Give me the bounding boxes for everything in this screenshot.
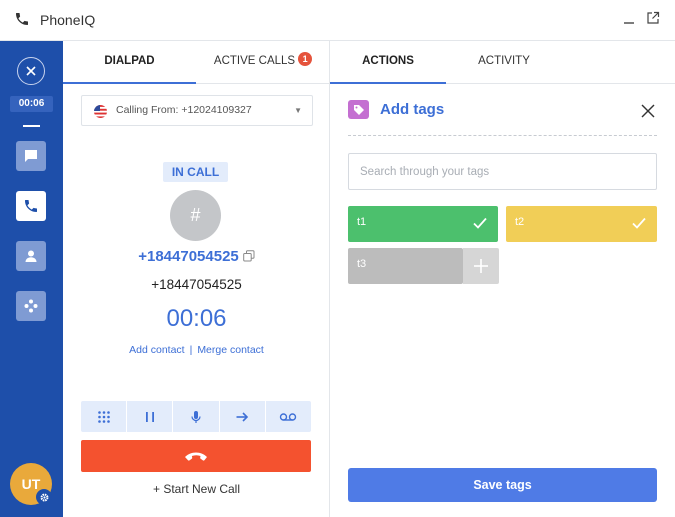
integrations-icon (24, 299, 38, 313)
tab-dialpad[interactable]: DIALPAD (63, 41, 196, 84)
actions-tabs: ACTIONS ACTIVITY (330, 41, 675, 84)
chevron-down-icon: ▼ (294, 106, 302, 115)
phone-icon (25, 200, 37, 212)
hangup-icon (185, 452, 207, 461)
close-icon[interactable] (640, 103, 656, 119)
transfer-button[interactable] (220, 401, 266, 432)
link-separator: | (189, 344, 193, 356)
call-timer: 00:06 (166, 305, 227, 332)
hangup-button[interactable] (81, 440, 311, 472)
sidebar-divider (23, 125, 40, 127)
title-bar: PhoneIQ (0, 0, 675, 41)
mic-icon (191, 410, 201, 423)
transfer-icon (236, 411, 249, 422)
settings-button[interactable] (36, 489, 52, 505)
actions-panel: ACTIONS ACTIVITY Add tags t1 t2 (330, 41, 675, 517)
close-call-button[interactable] (17, 57, 45, 85)
contact-avatar: # (170, 190, 221, 241)
keypad-button[interactable] (81, 401, 128, 432)
active-calls-badge: 1 (298, 52, 313, 66)
close-icon (26, 66, 36, 76)
add-contact-link[interactable]: Add contact (129, 344, 184, 356)
tag-icon (348, 100, 369, 119)
tag-t2[interactable]: t2 (506, 206, 657, 242)
section-divider (348, 135, 657, 136)
sidebar-call-timer: 00:06 (10, 96, 53, 112)
tab-activity[interactable]: ACTIVITY (446, 41, 562, 84)
contact-actions: Add contact | Merge contact (63, 344, 330, 356)
caller-number[interactable]: +18447054525 (138, 248, 239, 265)
plus-icon (474, 259, 488, 273)
caller-number-link[interactable]: +18447054525 (63, 248, 330, 265)
sidebar-item-integrations[interactable] (16, 291, 46, 321)
caller-number-plain: +18447054525 (151, 277, 242, 292)
phone-icon (16, 13, 28, 25)
phoneiq-window: PhoneIQ 00:06 UT DIALPAD ACTIVE CALLS 1 … (0, 0, 675, 517)
sidebar-item-phone[interactable] (16, 191, 46, 221)
add-tags-title: Add tags (380, 101, 445, 118)
call-status-badge: IN CALL (163, 162, 228, 182)
tab-label: ACTIONS (362, 55, 414, 67)
call-controls (81, 401, 311, 432)
voicemail-button[interactable] (266, 401, 311, 432)
check-icon (632, 217, 646, 229)
tag-t1[interactable]: t1 (348, 206, 498, 242)
tab-label: DIALPAD (104, 55, 155, 67)
tab-label: ACTIVE CALLS (213, 55, 296, 67)
merge-contact-link[interactable]: Merge contact (197, 344, 264, 356)
tag-label: t2 (515, 216, 525, 228)
save-tags-button[interactable]: Save tags (348, 468, 657, 502)
contact-icon (25, 250, 37, 262)
check-icon (473, 217, 487, 229)
minimize-icon[interactable] (622, 11, 636, 25)
dialpad-tabs: DIALPAD ACTIVE CALLS 1 (63, 41, 329, 84)
mute-button[interactable] (173, 401, 220, 432)
calling-from-select[interactable]: Calling From: +12024109327 ▼ (81, 95, 313, 126)
calling-from-label: Calling From: +12024109327 (116, 104, 252, 116)
app-title: PhoneIQ (40, 12, 96, 28)
hold-button[interactable] (127, 401, 174, 432)
tab-actions[interactable]: ACTIONS (330, 41, 446, 84)
sidebar-item-messages[interactable] (16, 141, 46, 171)
tag-label: t3 (357, 258, 367, 270)
voicemail-icon (280, 412, 297, 421)
tag-label: t1 (357, 216, 367, 228)
hold-icon (145, 411, 154, 422)
dialpad-panel: DIALPAD ACTIVE CALLS 1 Calling From: +120… (63, 41, 330, 517)
keypad-icon (97, 410, 110, 423)
add-tag-button[interactable] (463, 248, 499, 284)
tab-label: ACTIVITY (478, 55, 530, 67)
tag-search-input[interactable] (348, 153, 657, 190)
copy-icon[interactable] (242, 250, 255, 262)
tab-active-calls[interactable]: ACTIVE CALLS 1 (196, 41, 330, 84)
chat-icon (25, 150, 37, 162)
external-link-icon[interactable] (646, 11, 660, 25)
us-flag-icon (94, 105, 107, 118)
sidebar-item-contacts[interactable] (16, 241, 46, 271)
sidebar: 00:06 UT (0, 41, 63, 517)
gear-icon (40, 493, 48, 501)
tag-t3[interactable]: t3 (348, 248, 463, 284)
start-new-call-link[interactable]: + Start New Call (63, 482, 330, 496)
